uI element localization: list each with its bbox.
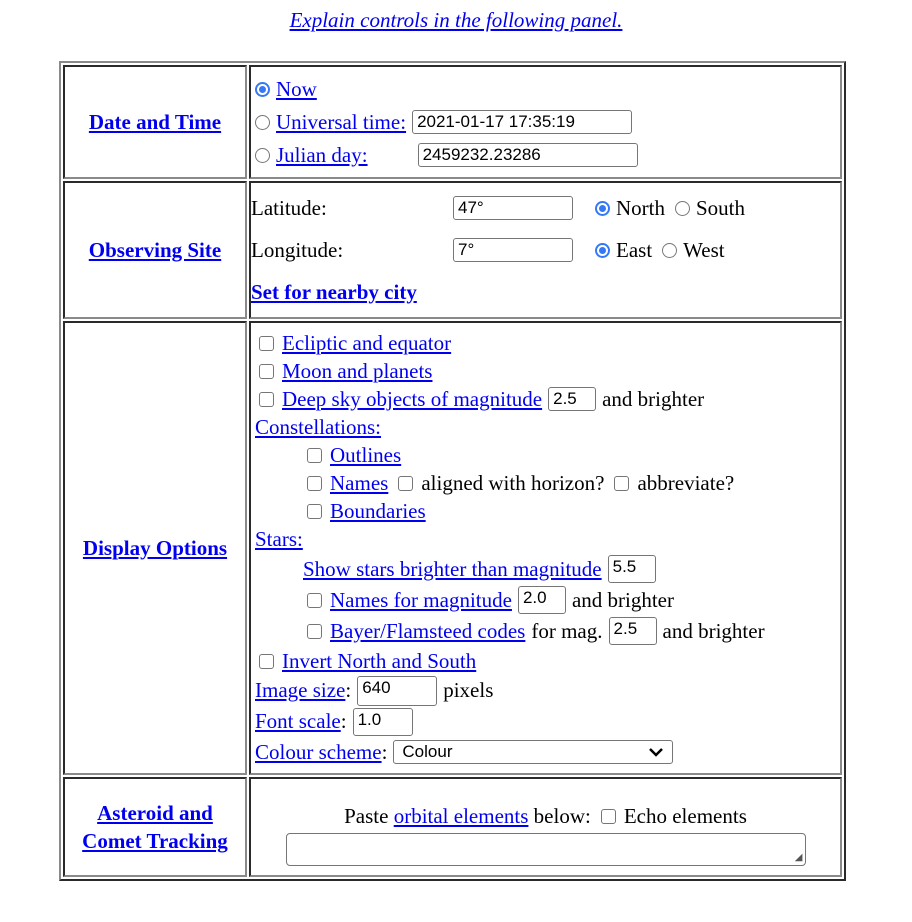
display-options-link[interactable]: Display Options [83,536,227,560]
west-radio[interactable] [662,242,678,258]
abbreviate-label: abbreviate? [637,470,735,495]
longitude-label: Longitude: [251,237,344,262]
latitude-label: Latitude: [251,195,327,220]
asteroid-label-line2: Comet Tracking [82,829,228,853]
date-time-link[interactable]: Date and Time [89,110,221,134]
explain-controls-link[interactable]: Explain controls in the following panel. [0,8,912,33]
colour-scheme-value: Colour [402,742,453,761]
boundaries-link[interactable]: Boundaries [330,499,426,524]
settings-panel: Date and Time Now Universal time: 2021-01… [59,61,846,881]
observing-site-link[interactable]: Observing Site [89,238,221,262]
chevron-down-icon [649,748,664,757]
colour-scheme-select[interactable]: Colour [393,740,674,764]
bayer-checkbox[interactable] [307,623,322,639]
colour-scheme-link[interactable]: Colour scheme [255,740,382,765]
orbital-elements-link[interactable]: orbital elements [394,804,529,829]
north-radio[interactable] [595,200,610,216]
echo-elements-checkbox[interactable] [600,809,616,824]
font-scale-link[interactable]: Font scale [255,709,341,734]
observing-site-row: Observing Site Latitude: 47° North South Lo… [63,181,842,319]
date-time-cell: Date and Time [63,65,247,179]
star-names-checkbox[interactable] [307,592,322,608]
orbital-elements-textarea[interactable]: ◢ [285,832,806,866]
date-time-controls: Now Universal time: 2021-01-17 17:35:19 J… [249,65,842,179]
show-stars-link[interactable]: Show stars brighter than magnitude [303,557,602,582]
nearby-city-link[interactable]: Set for nearby city [251,280,417,305]
julian-day-input[interactable]: 2459232.23286 [417,143,638,167]
image-size-colon: : [345,678,352,702]
date-time-row: Date and Time Now Universal time: 2021-01… [63,65,842,179]
moon-planets-link[interactable]: Moon and planets [282,359,432,384]
aligned-horizon-checkbox[interactable] [398,475,414,491]
asteroid-controls: Paste orbital elements below: Echo elemen… [249,777,842,877]
outlines-link[interactable]: Outlines [330,443,401,468]
font-scale-input[interactable]: 1.0 [352,707,413,736]
for-mag-label: for mag. [531,618,603,643]
ecliptic-link[interactable]: Ecliptic and equator [282,331,451,356]
latitude-input[interactable]: 47° [453,196,573,220]
display-options-row: Display Options Ecliptic and equator Moo… [63,321,842,775]
deep-sky-suffix: and brighter [602,386,705,411]
now-link[interactable]: Now [276,77,317,102]
observing-site-cell: Observing Site [63,181,247,319]
star-names-suffix: and brighter [571,587,674,612]
star-magnitude-input[interactable]: 5.5 [607,555,656,583]
display-options-cell: Display Options [63,321,247,775]
south-radio[interactable] [675,200,690,216]
julian-day-link[interactable]: Julian day: [276,143,368,168]
bayer-magnitude-input[interactable]: 2.5 [608,617,657,645]
deep-sky-checkbox[interactable] [259,391,274,407]
outlines-checkbox[interactable] [307,447,322,463]
invert-link[interactable]: Invert North and South [282,649,476,674]
constellations-link[interactable]: Constellations: [255,415,381,440]
echo-elements-label: Echo elements [623,804,747,828]
west-label: West [683,237,725,262]
east-label: East [616,237,653,262]
moon-planets-checkbox[interactable] [259,363,274,379]
north-label: North [616,195,665,220]
stars-link[interactable]: Stars: [255,527,303,552]
star-names-link[interactable]: Names for magnitude [330,588,512,613]
east-radio[interactable] [595,242,610,258]
below-label: below: [533,804,591,828]
names-link[interactable]: Names [330,471,388,496]
image-size-input[interactable]: 640 [357,675,438,706]
deep-sky-magnitude-input[interactable]: 2.5 [548,387,597,411]
boundaries-checkbox[interactable] [307,503,322,519]
asteroid-cell: Asteroid and Comet Tracking [63,777,247,877]
asteroid-link[interactable]: Asteroid and Comet Tracking [82,801,228,853]
observing-site-controls: Latitude: 47° North South Longitude: 7° East W… [249,181,842,319]
abbreviate-checkbox[interactable] [614,475,630,491]
font-scale-colon: : [340,709,347,733]
universal-time-radio[interactable] [255,114,270,130]
ecliptic-checkbox[interactable] [259,335,274,351]
julian-day-radio[interactable] [255,147,270,163]
south-label: South [696,195,746,220]
star-names-magnitude-input[interactable]: 2.0 [517,586,566,614]
colour-scheme-colon: : [381,739,388,764]
image-size-link[interactable]: Image size [255,678,345,703]
display-options-controls: Ecliptic and equator Moon and planets De… [249,321,842,775]
longitude-input[interactable]: 7° [453,238,573,262]
invert-checkbox[interactable] [259,653,274,669]
resize-grip-icon[interactable]: ◢ [795,852,803,863]
asteroid-label-line1: Asteroid and [97,801,213,825]
universal-time-link[interactable]: Universal time: [276,110,406,135]
deep-sky-link[interactable]: Deep sky objects of magnitude [282,387,542,412]
universal-time-input[interactable]: 2021-01-17 17:35:19 [412,110,633,134]
bayer-suffix: and brighter [662,618,765,643]
bayer-link[interactable]: Bayer/Flamsteed codes [330,619,525,644]
now-radio[interactable] [255,81,270,97]
asteroid-row: Asteroid and Comet Tracking Paste orbital… [63,777,842,877]
pixels-label: pixels [443,678,494,702]
aligned-horizon-label: aligned with horizon? [421,470,605,495]
paste-label: Paste [344,804,389,828]
names-checkbox[interactable] [307,475,322,491]
